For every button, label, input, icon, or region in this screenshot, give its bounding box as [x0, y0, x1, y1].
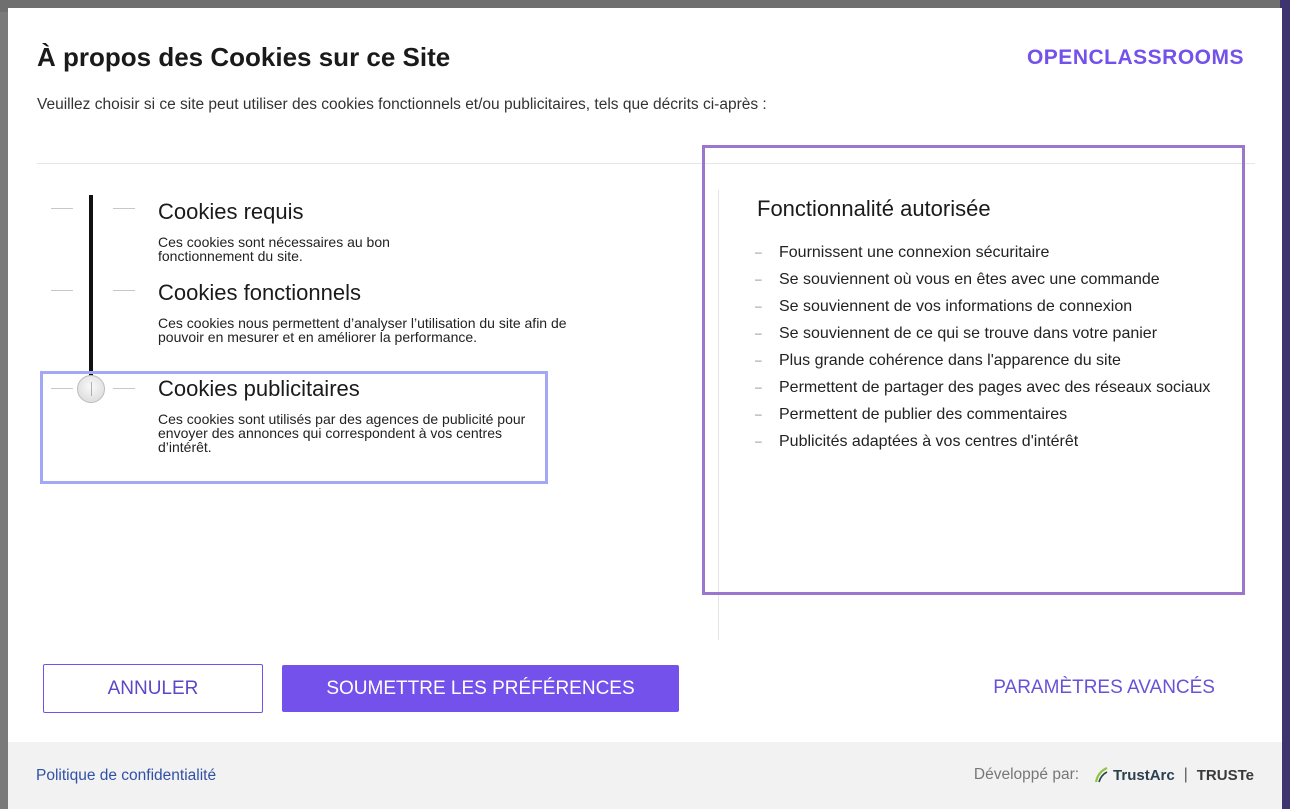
truste-brand: TRUSTe — [1196, 766, 1254, 784]
dash-bullet-icon: – — [755, 353, 762, 367]
feature-item: – Plus grande cohérence dans l'apparence … — [755, 347, 1235, 374]
features-title: Fonctionnalité autorisée — [757, 196, 991, 221]
option-description: Ces cookies sont nécessaires au bon fonc… — [158, 234, 390, 264]
option-title: Cookies requis — [158, 199, 304, 224]
dialog-title: À propos des Cookies sur ce Site — [37, 42, 451, 72]
submit-preferences-button[interactable]: SOUMETTRE LES PRÉFÉRENCES — [282, 665, 679, 712]
feature-item: – Se souviennent de ce qui se trouve dans… — [755, 320, 1235, 347]
trustarc-brand: TrustArc — [1113, 766, 1175, 784]
powered-by-label: Développé par: — [973, 766, 1080, 783]
option-title: Cookies fonctionnels — [158, 280, 362, 305]
selected-option-highlight — [40, 371, 548, 484]
dash-bullet-icon: – — [755, 434, 762, 448]
feature-item: – Permettent de partager des pages avec d… — [755, 374, 1235, 401]
slider-tick — [51, 208, 73, 209]
features-list: – Fournissent une connexion sécuritaire –… — [755, 239, 1235, 455]
option-required-cookies[interactable]: Cookies requis Ces cookies sont nécessai… — [158, 199, 478, 263]
cookie-consent-dialog: À propos des Cookies sur ce Site OPENCLA… — [8, 8, 1282, 809]
slider-tick — [113, 208, 135, 209]
dash-bullet-icon: – — [755, 299, 762, 313]
option-description: Ces cookies nous permettent d’analyser l… — [158, 315, 567, 345]
slider-tick — [113, 290, 135, 291]
dash-bullet-icon: – — [755, 272, 762, 286]
brand-logo: OPENCLASSROOMS — [1026, 46, 1244, 69]
brand-separator: | — [1183, 766, 1188, 783]
powered-by[interactable]: Développé par: TrustArc | TRUSTe — [974, 766, 1254, 784]
cancel-button[interactable]: ANNULER — [43, 664, 263, 713]
dash-bullet-icon: – — [755, 326, 762, 340]
advanced-settings-link[interactable]: PARAMÈTRES AVANCÉS — [993, 677, 1215, 699]
slider-track[interactable] — [89, 195, 93, 382]
dash-bullet-icon: – — [755, 245, 762, 259]
dialog-footer: Politique de confidentialité Développé p… — [8, 742, 1282, 809]
privacy-policy-link[interactable]: Politique de confidentialité — [36, 767, 216, 785]
dash-bullet-icon: – — [755, 380, 762, 394]
feature-item: – Fournissent une connexion sécuritaire — [755, 239, 1235, 266]
trustarc-logo-icon — [1094, 766, 1108, 783]
slider-tick — [51, 290, 73, 291]
option-functional-cookies[interactable]: Cookies fonctionnels Ces cookies nous pe… — [158, 280, 568, 344]
dialog-subtitle: Veuillez choisir si ce site peut utilise… — [37, 96, 767, 113]
feature-item: – Publicités adaptées à vos centres d'int… — [755, 428, 1235, 455]
feature-item: – Permettent de publier des commentaires — [755, 401, 1235, 428]
feature-item: – Se souviennent de vos informations de c… — [755, 293, 1235, 320]
dash-bullet-icon: – — [755, 407, 762, 421]
feature-item: – Se souviennent où vous en êtes avec une… — [755, 266, 1235, 293]
